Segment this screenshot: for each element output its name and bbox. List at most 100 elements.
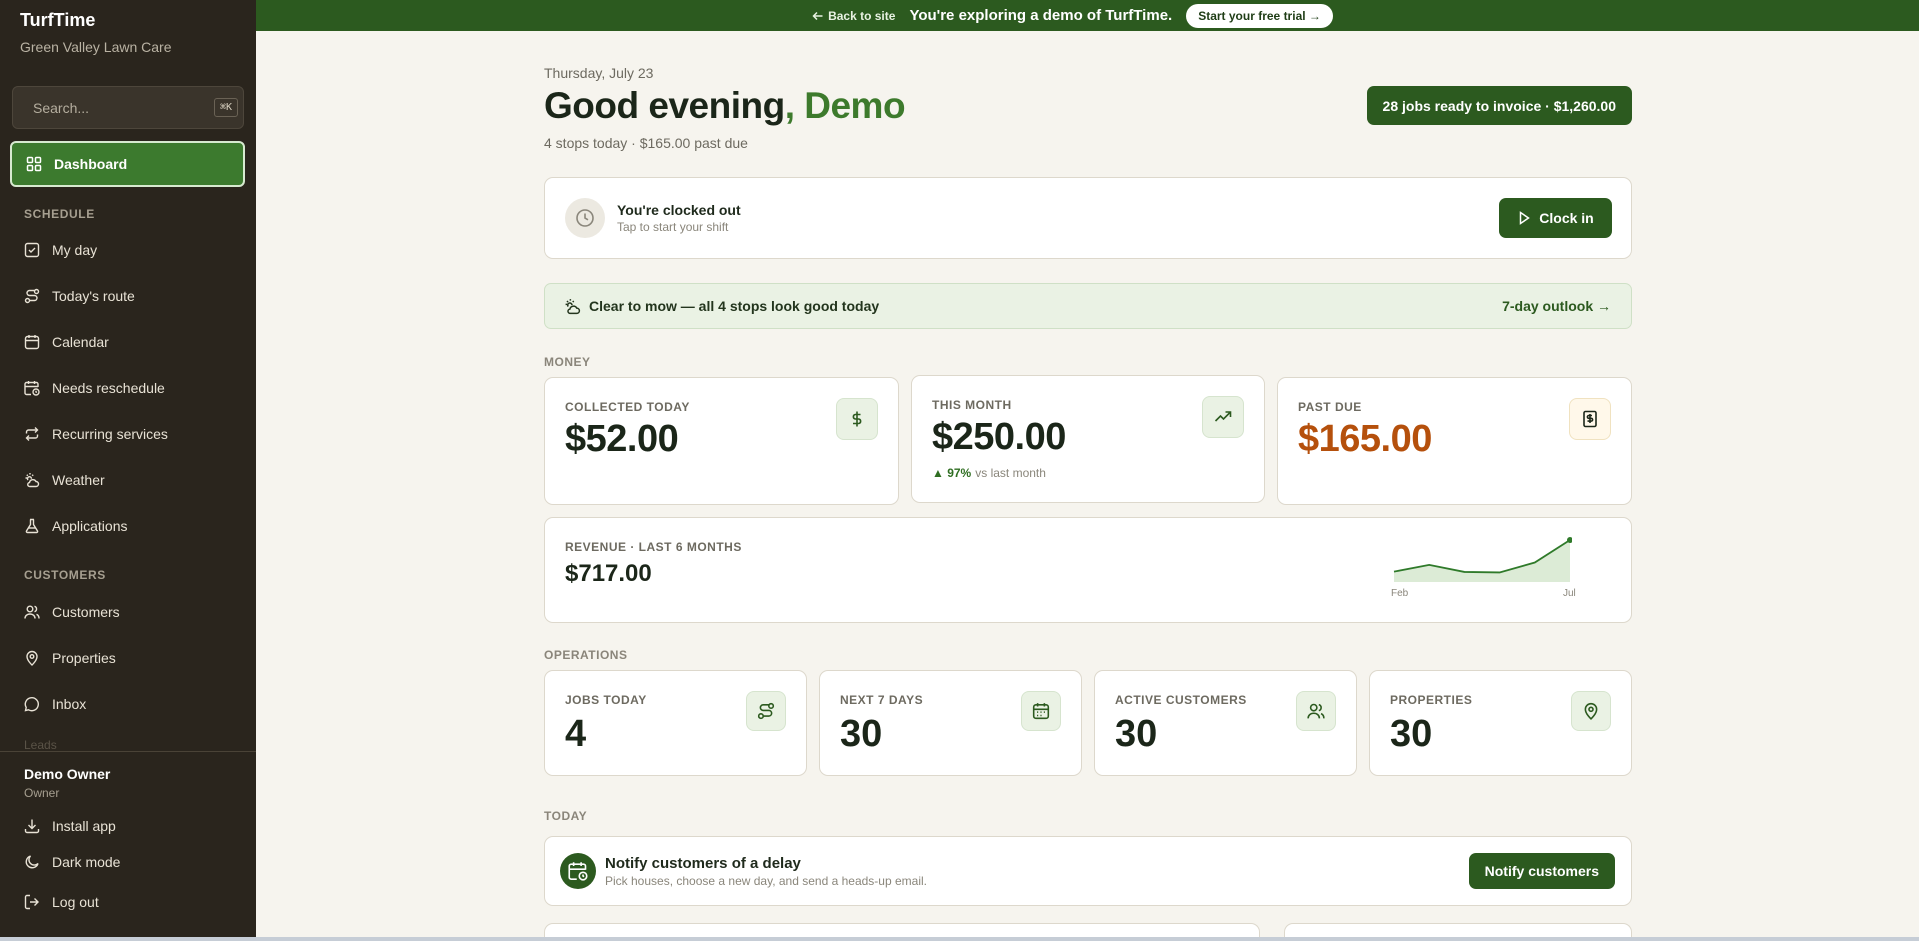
sidebar-divider (0, 751, 256, 752)
sidebar-item-dashboard[interactable]: Dashboard (10, 141, 245, 187)
page-title: Good evening, Demo (544, 85, 906, 127)
clock-in-button[interactable]: Clock in (1499, 198, 1612, 238)
clock-in-label: Clock in (1539, 210, 1594, 226)
this-month-card[interactable]: THIS MONTH $250.00 ▲ 97% vs last month (911, 375, 1265, 503)
greeting-text: Good evening (544, 85, 785, 126)
dollar-icon (852, 411, 862, 427)
notify-subtitle: Pick houses, choose a new day, and send … (605, 874, 927, 888)
cloud-sun-icon (565, 299, 581, 315)
sidebar: TurfTime Green Valley Lawn Care ⌘K Dashb… (0, 0, 256, 937)
calendar-icon (24, 335, 40, 350)
install-app-button[interactable]: Install app (24, 814, 116, 838)
notify-customers-button[interactable]: Notify customers (1468, 853, 1615, 889)
footer-item-label: Log out (52, 894, 99, 910)
next-7-days-card[interactable]: NEXT 7 DAYS 30 (819, 670, 1082, 776)
check-square-icon (24, 242, 40, 258)
stat-label: JOBS TODAY (565, 693, 647, 707)
weather-banner: Clear to mow — all 4 stops look good tod… (544, 283, 1632, 329)
demo-banner: Back to site You're exploring a demo of … (256, 0, 1919, 31)
revenue-value: $717.00 (565, 560, 652, 587)
current-date: Thursday, July 23 (544, 65, 654, 81)
sidebar-item-calendar[interactable]: Calendar (24, 330, 109, 354)
sidebar-item-needs-reschedule[interactable]: Needs reschedule (24, 376, 165, 400)
notify-icon-circle (560, 853, 596, 889)
sidebar-item-inbox[interactable]: Inbox (24, 692, 86, 716)
active-customers-card[interactable]: ACTIVE CUSTOMERS 30 (1094, 670, 1357, 776)
flask-icon (25, 518, 39, 534)
clock-icon (576, 209, 594, 227)
sidebar-item-label: Customers (52, 604, 120, 620)
message-circle-icon (24, 697, 39, 712)
receipt-icon (1583, 410, 1597, 428)
revenue-sparkline (1393, 537, 1572, 582)
stat-label: THIS MONTH (932, 398, 1012, 412)
stat-label: ACTIVE CUSTOMERS (1115, 693, 1247, 707)
cloud-sun-icon (25, 473, 40, 488)
sidebar-item-properties[interactable]: Properties (24, 646, 116, 670)
stat-label: PROPERTIES (1390, 693, 1473, 707)
sidebar-item-customers[interactable]: Customers (24, 600, 120, 624)
stat-value: $52.00 (565, 418, 679, 460)
sidebar-item-my-day[interactable]: My day (24, 238, 97, 262)
stat-badge (836, 398, 878, 440)
route-icon (757, 702, 775, 720)
revenue-card[interactable]: REVENUE · LAST 6 MONTHS $717.00 Feb Jul (544, 517, 1632, 623)
sidebar-item-todays-route[interactable]: Today's route (24, 284, 135, 308)
trend-indicator: ▲ 97% vs last month (932, 466, 1046, 480)
properties-card[interactable]: PROPERTIES 30 (1369, 670, 1632, 776)
section-label-schedule: SCHEDULE (24, 207, 95, 221)
search-box[interactable]: ⌘K (12, 86, 244, 129)
sidebar-item-applications[interactable]: Applications (24, 514, 128, 538)
dark-mode-toggle[interactable]: Dark mode (24, 850, 120, 874)
footer-item-label: Dark mode (52, 854, 121, 870)
greeting-name: Demo (804, 85, 906, 126)
sidebar-item-label: Today's route (52, 288, 135, 304)
search-input[interactable] (33, 99, 214, 116)
sidebar-item-weather[interactable]: Weather (24, 468, 105, 492)
stat-badge (1296, 691, 1336, 731)
x-tick-label: Jul (1563, 588, 1576, 599)
grid-icon (26, 156, 42, 172)
jobs-today-card[interactable]: JOBS TODAY 4 (544, 670, 807, 776)
stat-badge (1571, 691, 1611, 731)
stat-value: 30 (1390, 713, 1433, 755)
section-label-operations: OPERATIONS (544, 648, 628, 662)
sidebar-item-label: Calendar (52, 334, 109, 350)
sidebar-item-label: Needs reschedule (52, 380, 165, 396)
clock-icon-circle (565, 198, 605, 238)
footer-item-label: Install app (52, 818, 116, 834)
users-icon (24, 605, 40, 619)
back-label: Back to site (828, 8, 896, 23)
download-icon (24, 819, 40, 834)
sidebar-item-recurring-services[interactable]: Recurring services (24, 422, 168, 446)
user-role: Owner (24, 786, 60, 800)
sidebar-item-leads-cutoff[interactable]: Leads (24, 738, 57, 752)
seven-day-outlook-link[interactable]: 7-day outlook → (1502, 298, 1611, 314)
calendar-icon (1032, 703, 1050, 720)
revenue-label: REVENUE · LAST 6 MONTHS (565, 540, 742, 554)
clock-card: You're clocked out Tap to start your shi… (544, 177, 1632, 259)
stat-badge (746, 691, 786, 731)
users-icon (1307, 703, 1325, 719)
back-to-site-link[interactable]: Back to site (812, 9, 895, 23)
sidebar-item-label: Properties (52, 650, 116, 666)
map-pin-icon (1584, 702, 1598, 720)
start-trial-button[interactable]: Start your free trial → (1186, 3, 1333, 28)
calendar-clock-icon (24, 381, 40, 396)
trend-note: vs last month (975, 466, 1046, 480)
weather-status: Clear to mow — all 4 stops look good tod… (589, 298, 880, 314)
stat-label: NEXT 7 DAYS (840, 693, 924, 707)
route-icon (24, 288, 40, 304)
past-due-card[interactable]: PAST DUE $165.00 (1277, 377, 1632, 505)
arrow-left-icon (812, 11, 823, 20)
business-name: Green Valley Lawn Care (20, 39, 172, 55)
ready-to-invoice-button[interactable]: 28 jobs ready to invoice · $1,260.00 (1366, 86, 1632, 125)
collected-today-card[interactable]: COLLECTED TODAY $52.00 (544, 377, 899, 505)
section-label-today: TODAY (544, 809, 588, 823)
calendar-clock-icon (568, 862, 588, 881)
log-out-button[interactable]: Log out (24, 890, 99, 914)
sidebar-item-label: Recurring services (52, 426, 168, 442)
x-tick-label: Feb (1391, 588, 1409, 599)
stat-label: COLLECTED TODAY (565, 400, 690, 414)
play-icon (1520, 211, 1531, 225)
